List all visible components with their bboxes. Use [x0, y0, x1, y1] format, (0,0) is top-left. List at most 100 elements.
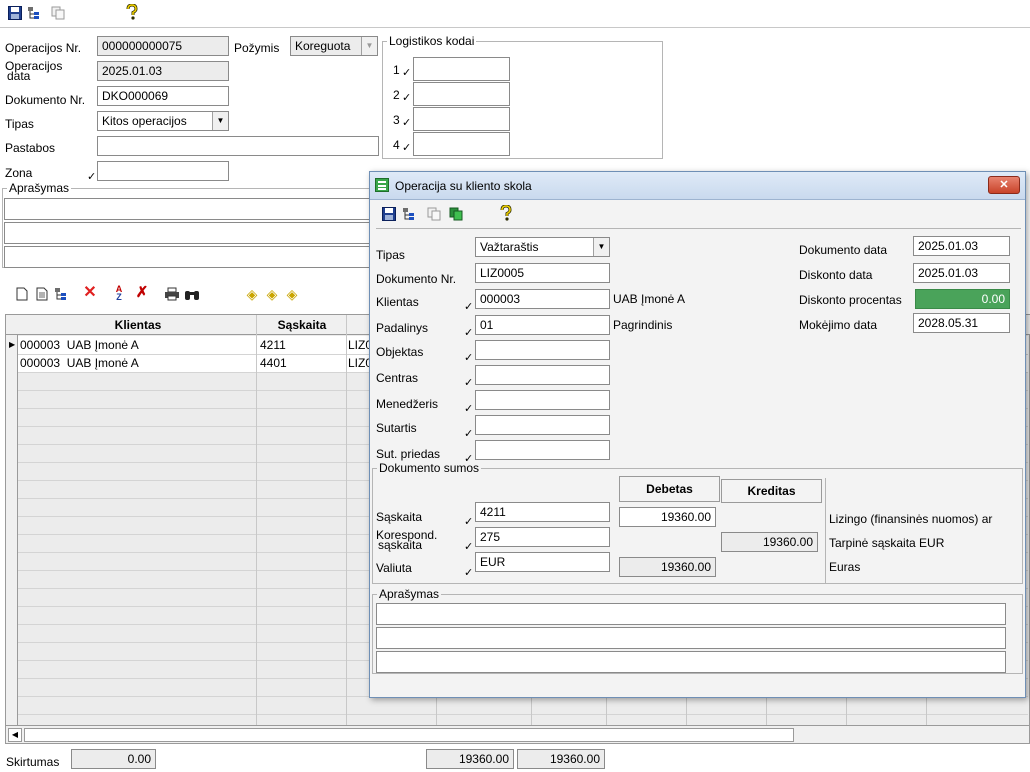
tree-icon[interactable]: [27, 5, 43, 21]
skirtumas-field: 0.00: [71, 749, 156, 769]
aprasymas-line-1[interactable]: [4, 198, 370, 220]
dlg-sut-priedas-field[interactable]: [475, 440, 610, 460]
tree-icon[interactable]: [54, 286, 70, 302]
dlg-valiuta-field[interactable]: EUR: [475, 552, 610, 572]
pozymis-select[interactable]: Koreguota ▼: [290, 36, 378, 56]
chevron-down-icon[interactable]: ▼: [593, 238, 609, 256]
op-data-label: Operacijos data: [5, 60, 62, 82]
dlg-disk-data-label: Diskonto data: [799, 268, 873, 282]
dlg-centras-field[interactable]: [475, 365, 610, 385]
checkmark-icon: ✓: [464, 377, 474, 389]
aprasymas-line-2[interactable]: [4, 222, 370, 244]
aprasymas-line-3[interactable]: [4, 246, 370, 268]
tree-icon[interactable]: [402, 206, 418, 222]
logistikos-field[interactable]: [413, 107, 510, 131]
tag-yellow-icon-3[interactable]: ◈: [284, 286, 300, 302]
dlg-disk-proc-field[interactable]: 0.00: [915, 289, 1010, 309]
checkmark-icon: ✓: [464, 301, 474, 313]
copy-icon[interactable]: [426, 206, 442, 222]
horizontal-scrollbar[interactable]: ◀: [6, 725, 1029, 743]
checkmark-icon: ✓: [402, 142, 412, 154]
logistikos-field[interactable]: [413, 82, 510, 106]
op-nr-field[interactable]: 000000000075: [97, 36, 229, 56]
dlg-sutartis-field[interactable]: [475, 415, 610, 435]
pozymis-value: Koreguota: [295, 39, 351, 53]
logistikos-field[interactable]: [413, 57, 510, 81]
copy-icon[interactable]: [50, 5, 66, 21]
logistikos-row-number: 1: [393, 63, 400, 77]
checkmark-icon: ✓: [464, 516, 474, 528]
binoculars-icon[interactable]: [184, 286, 200, 302]
dlg-padalinys-field[interactable]: 01: [475, 315, 610, 335]
dlg-klientas-field[interactable]: 000003: [475, 289, 610, 309]
dlg-aprasymas-line-1[interactable]: [376, 603, 1006, 625]
tipas-label: Tipas: [5, 117, 34, 131]
help-icon[interactable]: [498, 205, 514, 221]
dlg-koresp-desc: Tarpinė sąskaita EUR: [829, 536, 945, 550]
scrollbar-thumb[interactable]: [24, 728, 794, 742]
dlg-koresp-field[interactable]: 275: [475, 527, 610, 547]
dlg-koresp-label: Korespond. sąskaita: [376, 529, 437, 551]
zona-label: Zona: [5, 166, 33, 180]
column-header-saskaita[interactable]: Sąskaita: [258, 318, 346, 332]
save-icon[interactable]: [7, 5, 23, 21]
dlg-klientas-name: UAB Įmonė A: [613, 292, 686, 306]
dlg-tipas-select[interactable]: Važtaraštis ▼: [475, 237, 610, 257]
dlg-saskaita-field[interactable]: 4211: [475, 502, 610, 522]
debetas-header: Debetas: [619, 476, 720, 502]
logistikos-row-number: 3: [393, 113, 400, 127]
new-document-icon[interactable]: [14, 286, 30, 302]
print-icon[interactable]: [164, 286, 180, 302]
dlg-objektas-field[interactable]: [475, 340, 610, 360]
tag-yellow-icon-2[interactable]: ◈: [264, 286, 280, 302]
dlg-dok-data-label: Dokumento data: [799, 243, 888, 257]
cell-saskaita: 4211: [260, 338, 286, 352]
tipas-select[interactable]: Kitos operacijos ▼: [97, 111, 229, 131]
dlg-mok-data-field[interactable]: 2028.05.31: [913, 313, 1010, 333]
logistikos-field[interactable]: [413, 132, 510, 156]
grid-row-line: [18, 714, 1028, 715]
op-data-field[interactable]: 2025.01.03: [97, 61, 229, 81]
filter-clear-icon[interactable]: ✗: [134, 285, 150, 301]
save-icon[interactable]: [381, 206, 397, 222]
cell-klientas: 000003 UAB Įmonė A: [20, 338, 139, 352]
client-debt-dialog: Operacija su kliento skola ✕ Tipas Važta…: [369, 171, 1026, 698]
delete-icon[interactable]: ✕: [82, 285, 98, 301]
dlg-disk-data-field[interactable]: 2025.01.03: [913, 263, 1010, 283]
kreditas-label: Kreditas: [747, 484, 796, 498]
pozymis-label: Požymis: [234, 41, 280, 55]
paste-icon[interactable]: [448, 206, 464, 222]
help-icon[interactable]: [124, 4, 140, 20]
zona-field[interactable]: [97, 161, 229, 181]
debetas-label: Debetas: [646, 482, 693, 496]
close-icon[interactable]: ✕: [988, 176, 1020, 194]
dlg-valiuta-debet-field: 19360.00: [619, 557, 716, 577]
dlg-aprasymas-line-2[interactable]: [376, 627, 1006, 649]
column-header-klientas[interactable]: Klientas: [20, 318, 256, 332]
logistikos-title: Logistikos kodai: [387, 34, 477, 48]
dlg-koresp-kredit-field[interactable]: 19360.00: [721, 532, 818, 552]
tipas-value: Kitos operacijos: [102, 114, 187, 128]
dlg-centras-label: Centras: [376, 371, 419, 385]
dlg-klientas-label: Klientas: [376, 295, 419, 309]
tag-yellow-icon-1[interactable]: ◈: [244, 286, 260, 302]
sort-icon[interactable]: AZ: [111, 285, 127, 302]
dlg-saskaita-debet-field[interactable]: 19360.00: [619, 507, 716, 527]
chevron-down-icon[interactable]: ▼: [361, 37, 377, 55]
skirtumas-label: Skirtumas: [6, 755, 60, 769]
dlg-sutartis-label: Sutartis: [376, 421, 417, 435]
pastabos-field[interactable]: [97, 136, 379, 156]
dlg-aprasymas-line-3[interactable]: [376, 651, 1006, 673]
dialog-titlebar[interactable]: Operacija su kliento skola ✕: [370, 172, 1025, 200]
dok-nr-field[interactable]: DKO000069: [97, 86, 229, 106]
edit-document-icon[interactable]: [34, 286, 50, 302]
dlg-menedzeris-field[interactable]: [475, 390, 610, 410]
dlg-dok-nr-field[interactable]: LIZ0005: [475, 263, 610, 283]
dlg-dok-data-field[interactable]: 2025.01.03: [913, 236, 1010, 256]
debet-total-field: 19360.00: [426, 749, 514, 769]
dlg-padalinys-name: Pagrindinis: [613, 318, 673, 332]
scroll-left-icon[interactable]: ◀: [8, 728, 22, 742]
checkmark-icon: ✓: [87, 171, 97, 183]
chevron-down-icon[interactable]: ▼: [212, 112, 228, 130]
dlg-objektas-label: Objektas: [376, 345, 424, 359]
